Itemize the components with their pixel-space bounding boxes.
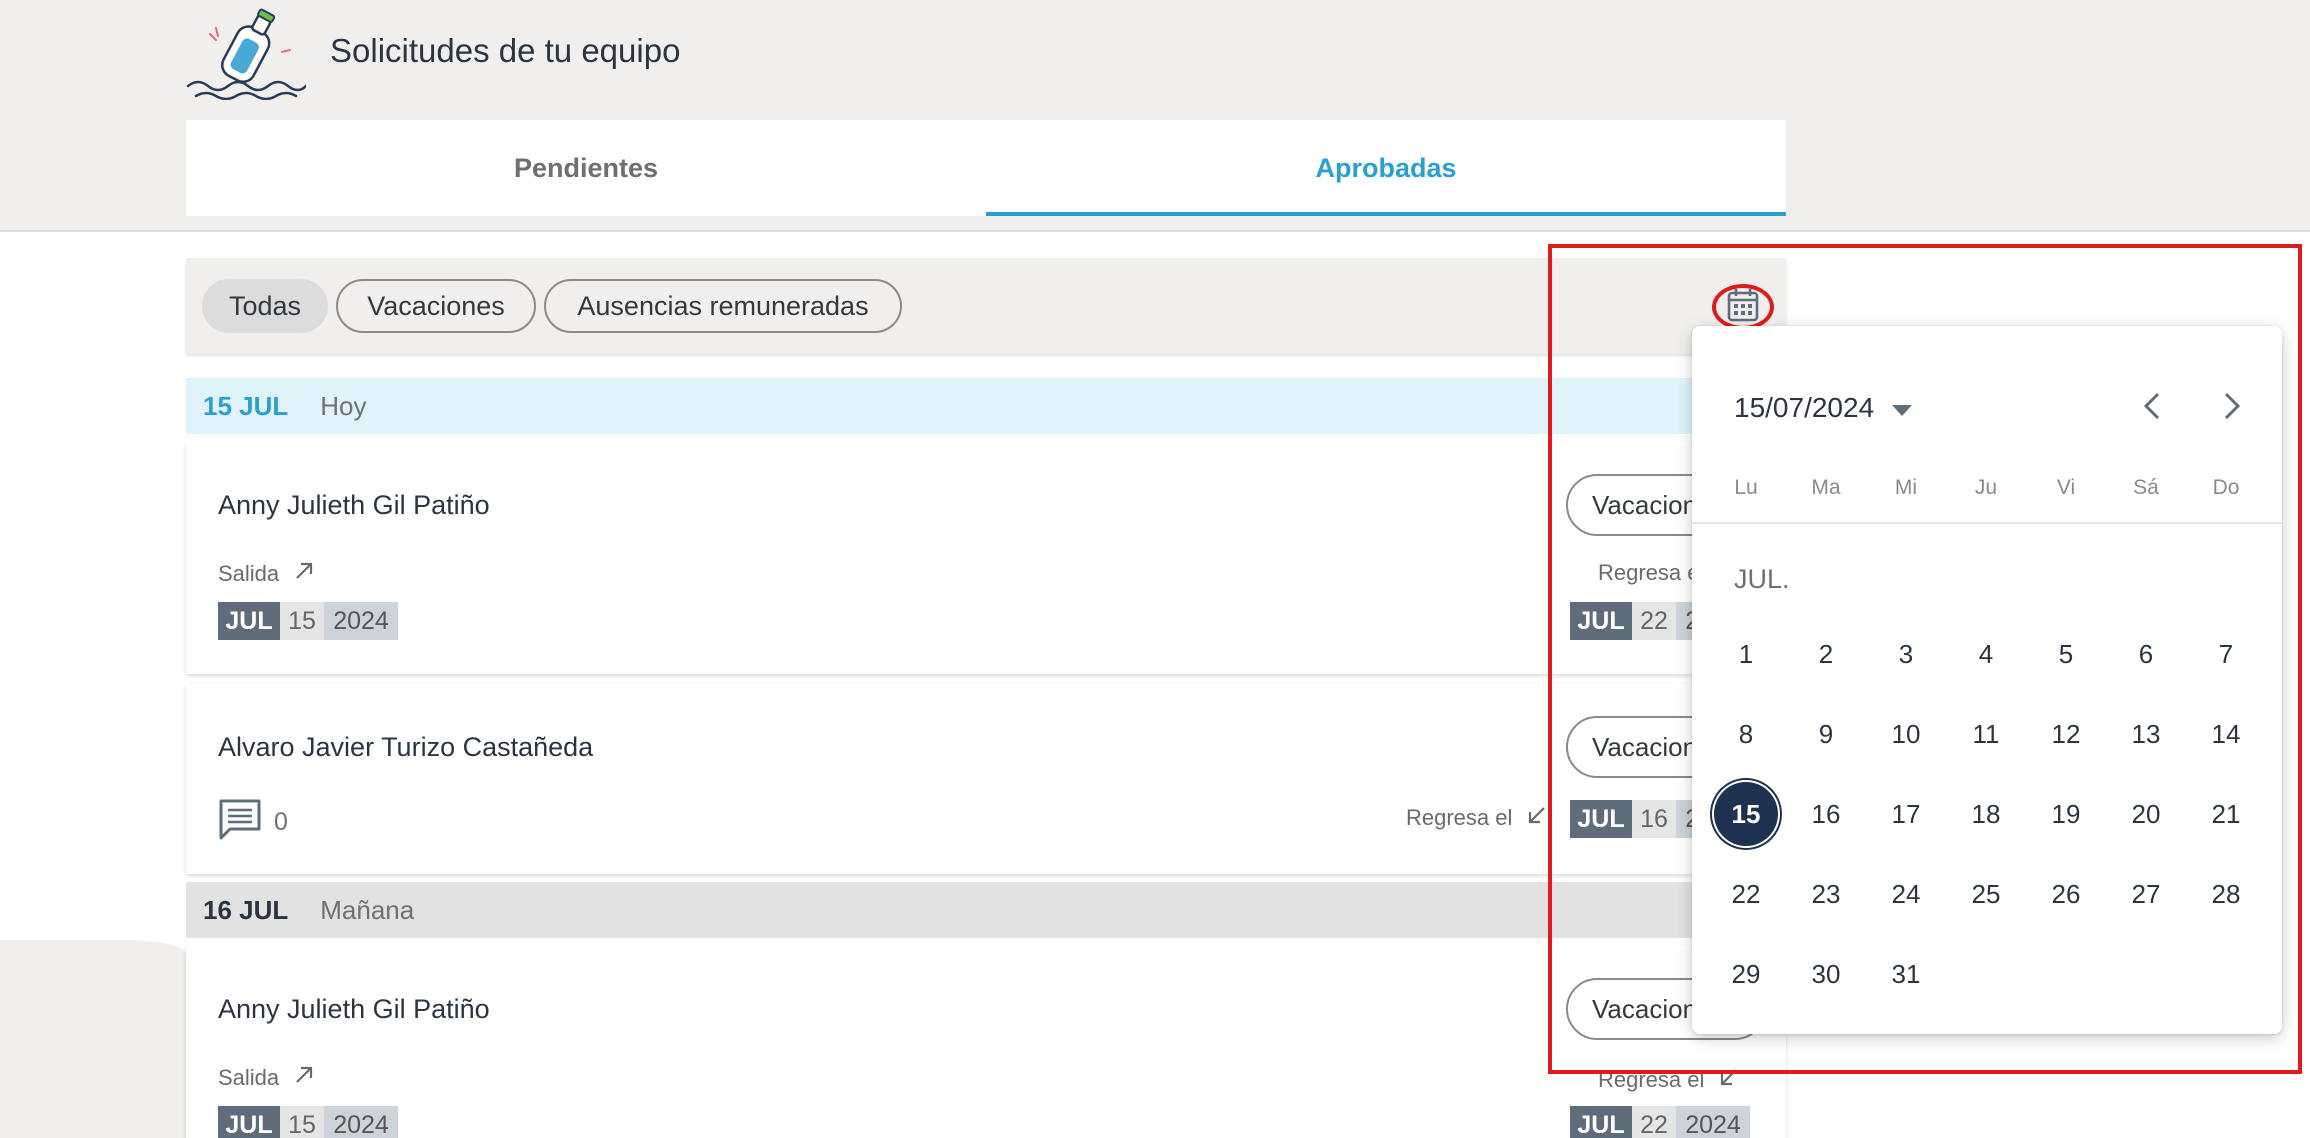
return-date: JUL 22 2024	[1570, 1106, 1750, 1138]
arrow-up-right-icon	[293, 560, 315, 588]
section-date: 15 JUL	[203, 390, 289, 421]
calendar-day[interactable]: 6	[2112, 620, 2180, 688]
filter-bar: Todas Vacaciones Ausencias remuneradas	[186, 258, 1786, 354]
exit-label: Salida	[218, 1064, 315, 1092]
date-picker-popup: 15/07/2024 Lu Ma Mi Ju Vi Sá Do JUL. 123…	[1692, 326, 2282, 1034]
page-title: Solicitudes de tu equipo	[330, 32, 681, 69]
return-label: Regresa el	[1598, 1066, 1740, 1094]
employee-name: Anny Julieth Gil Patiño	[218, 490, 490, 520]
calendar-day[interactable]: 25	[1952, 860, 2020, 928]
calendar-icon	[1727, 288, 1759, 327]
calendar-day[interactable]: 21	[2192, 780, 2260, 848]
calendar-day[interactable]: 7	[2192, 620, 2260, 688]
tab-pendientes[interactable]: Pendientes	[186, 120, 986, 216]
weekday-label: Do	[2212, 476, 2240, 499]
employee-name: Anny Julieth Gil Patiño	[218, 994, 490, 1024]
comments-count[interactable]: 0	[218, 798, 288, 847]
request-card[interactable]: Anny Julieth Gil Patiño Salida JUL 15 20…	[186, 442, 1786, 674]
weekday-label: Ma	[1811, 476, 1841, 499]
exit-date: JUL 15 2024	[218, 602, 398, 640]
filter-chip-vacaciones[interactable]: Vacaciones	[336, 279, 536, 333]
calendar-day[interactable]: 19	[2032, 780, 2100, 848]
calendar-day[interactable]: 12	[2032, 700, 2100, 768]
calendar-day[interactable]: 30	[1792, 940, 1860, 1008]
calendar-day[interactable]: 11	[1952, 700, 2020, 768]
section-header-tomorrow: 16 JUL Mañana	[186, 882, 1786, 938]
section-relative-day: Mañana	[320, 894, 415, 925]
arrow-down-left-icon	[1526, 804, 1548, 832]
comment-icon	[218, 798, 262, 847]
decorative-wave	[0, 940, 186, 1138]
chevron-right-icon	[2222, 391, 2242, 426]
calendar-button[interactable]	[1712, 284, 1774, 330]
calendar-day[interactable]: 9	[1792, 700, 1860, 768]
weekday-label: Ju	[1974, 476, 1998, 499]
calendar-day[interactable]: 26	[2032, 860, 2100, 928]
arrow-down-left-icon	[1718, 1066, 1740, 1094]
calendar-day[interactable]: 27	[2112, 860, 2180, 928]
filter-chip-ausencias-remuneradas[interactable]: Ausencias remuneradas	[544, 279, 902, 333]
calendar-day[interactable]: 3	[1872, 620, 1940, 688]
calendar-day[interactable]: 13	[2112, 700, 2180, 768]
calendar-day[interactable]: 5	[2032, 620, 2100, 688]
request-card[interactable]: Anny Julieth Gil Patiño Salida JUL 15 20…	[186, 946, 1786, 1138]
calendar-day[interactable]: 8	[1712, 700, 1780, 768]
tab-bar: Pendientes Aprobadas	[186, 120, 1786, 216]
calendar-day[interactable]: 23	[1792, 860, 1860, 928]
bottle-logo-icon	[186, 6, 308, 101]
weekday-label: Sá	[2133, 476, 2159, 499]
chevron-left-icon	[2142, 391, 2162, 426]
tab-aprobadas[interactable]: Aprobadas	[986, 120, 1786, 216]
weekday-label: Lu	[1734, 476, 1758, 499]
calendar-day[interactable]: 2	[1792, 620, 1860, 688]
calendar-day[interactable]: 17	[1872, 780, 1940, 848]
return-label: Regresa el	[1598, 560, 1705, 585]
calendar-day[interactable]: 29	[1712, 940, 1780, 1008]
next-month-button[interactable]	[2212, 388, 2252, 428]
calendar-day-selected[interactable]: 15	[1712, 780, 1780, 848]
return-label: Regresa el	[1406, 804, 1548, 832]
previous-month-button[interactable]	[2132, 388, 2172, 428]
weekday-label: Vi	[2056, 476, 2076, 499]
calendar-day[interactable]: 20	[2112, 780, 2180, 848]
calendar-day[interactable]: 14	[2192, 700, 2260, 768]
calendar-day[interactable]: 10	[1872, 700, 1940, 768]
caret-down-icon	[1892, 392, 1913, 424]
calendar-day[interactable]: 24	[1872, 860, 1940, 928]
request-card[interactable]: Alvaro Javier Turizo Castañeda 0 Vacacio…	[186, 684, 1786, 874]
calendar-day[interactable]: 1	[1712, 620, 1780, 688]
month-label: JUL.	[1734, 564, 1790, 594]
calendar-day[interactable]: 4	[1952, 620, 2020, 688]
calendar-day[interactable]: 28	[2192, 860, 2260, 928]
exit-label: Salida	[218, 560, 315, 588]
weekday-label: Mi	[1894, 476, 1918, 499]
calendar-day[interactable]: 18	[1952, 780, 2020, 848]
employee-name: Alvaro Javier Turizo Castañeda	[218, 732, 594, 762]
arrow-up-right-icon	[293, 1064, 315, 1092]
weekday-header-row: Lu Ma Mi Ju Vi Sá Do	[1692, 476, 2282, 524]
filter-chip-todas[interactable]: Todas	[202, 279, 328, 333]
section-date: 16 JUL	[203, 894, 289, 925]
calendar-day[interactable]: 16	[1792, 780, 1860, 848]
calendar-day[interactable]: 22	[1712, 860, 1780, 928]
month-year-selector[interactable]: 15/07/2024	[1734, 392, 1913, 424]
section-relative-day: Hoy	[320, 390, 367, 421]
selected-date-label: 15/07/2024	[1734, 392, 1875, 423]
section-header-today: 15 JUL Hoy	[186, 378, 1786, 434]
calendar-day[interactable]: 31	[1872, 940, 1940, 1008]
exit-date: JUL 15 2024	[218, 1106, 398, 1138]
